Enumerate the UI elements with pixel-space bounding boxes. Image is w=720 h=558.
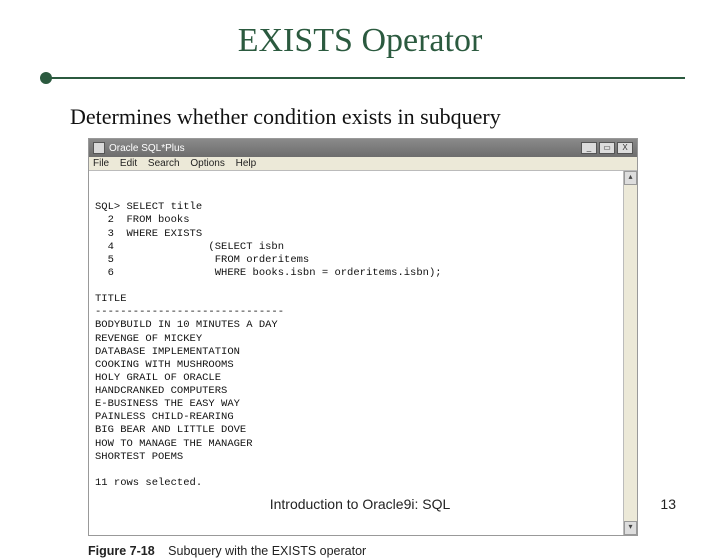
footer-title: Introduction to Oracle9i: SQL [0,496,720,512]
app-title: Oracle SQL*Plus [109,143,185,154]
titlebar: Oracle SQL*Plus _ ▭ X [89,139,637,157]
menu-options[interactable]: Options [190,158,224,169]
sqlplus-window: Oracle SQL*Plus _ ▭ X File Edit Search O… [88,138,638,536]
figure-label: Figure 7-18 [88,544,155,558]
menu-search[interactable]: Search [148,158,180,169]
window-buttons: _ ▭ X [581,142,633,154]
scroll-up-icon[interactable]: ▴ [624,171,637,185]
menu-file[interactable]: File [93,158,109,169]
divider [35,70,685,86]
figure-caption: Figure 7-18 Subquery with the EXISTS ope… [88,544,638,558]
figure-text: Subquery with the EXISTS operator [168,544,366,558]
menu-help[interactable]: Help [236,158,257,169]
divider-line [45,77,685,79]
menubar: File Edit Search Options Help [89,157,637,171]
terminal-output: SQL> SELECT title 2 FROM books 3 WHERE E… [89,171,637,535]
slide-title: EXISTS Operator [40,22,680,60]
terminal-lines: SQL> SELECT title 2 FROM books 3 WHERE E… [95,201,631,490]
close-button[interactable]: X [617,142,633,154]
minimize-button[interactable]: _ [581,142,597,154]
app-icon [93,142,105,154]
menu-edit[interactable]: Edit [120,158,137,169]
scrollbar[interactable]: ▴ ▾ [623,171,637,535]
scroll-down-icon[interactable]: ▾ [624,521,637,535]
footer-page-number: 13 [660,496,676,512]
subtitle-text: Determines whether condition exists in s… [70,104,672,130]
slide: EXISTS Operator Determines whether condi… [0,0,720,540]
maximize-button[interactable]: ▭ [599,142,615,154]
